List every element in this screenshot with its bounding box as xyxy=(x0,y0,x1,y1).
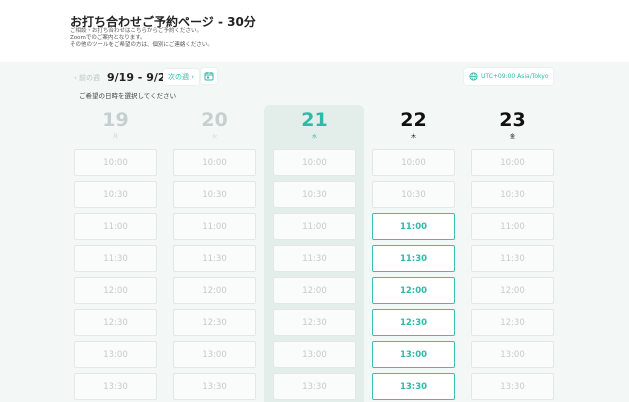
next-week-button[interactable]: 次の週 › xyxy=(163,69,200,85)
time-slot-available[interactable]: 13:00 xyxy=(372,341,455,368)
chevron-right-icon: › xyxy=(189,73,195,81)
calendar-icon xyxy=(204,72,214,81)
day-date: 21 xyxy=(301,109,328,131)
time-slot-available[interactable]: 12:00 xyxy=(372,277,455,304)
time-slot-unavailable: 10:00 xyxy=(471,149,554,176)
timezone-label: UTC+09:00 Asia/Tokyo xyxy=(481,73,549,80)
time-slot-unavailable: 10:00 xyxy=(74,149,157,176)
time-slot-unavailable: 11:30 xyxy=(173,245,256,272)
day-weekday: 火 xyxy=(211,134,217,140)
time-slot-unavailable: 10:00 xyxy=(173,149,256,176)
time-slot-unavailable: 10:30 xyxy=(372,181,455,208)
time-slot-unavailable: 13:30 xyxy=(173,373,256,400)
time-slot-unavailable: 11:30 xyxy=(471,245,554,272)
time-slot-unavailable: 10:30 xyxy=(471,181,554,208)
time-slot-unavailable: 11:00 xyxy=(173,213,256,240)
time-slot-unavailable: 10:00 xyxy=(273,149,356,176)
day-date: 22 xyxy=(400,109,427,131)
day-date: 23 xyxy=(499,109,526,131)
time-slot-unavailable: 12:00 xyxy=(273,277,356,304)
time-slot-unavailable: 10:30 xyxy=(273,181,356,208)
description-line: その他のツールをご希望の方は、個別にご連絡ください。 xyxy=(70,42,213,48)
time-slot-available[interactable]: 11:00 xyxy=(372,213,455,240)
page-header: お打ち合わせご予約ページ - 30分 ご相談・お打ち合わせはこちらからご予約くだ… xyxy=(0,0,629,62)
calendar-button[interactable] xyxy=(201,68,217,84)
time-slot-unavailable: 12:00 xyxy=(471,277,554,304)
day-weekday: 月 xyxy=(112,134,118,140)
prev-week-button[interactable]: ‹ 前の週 xyxy=(74,73,100,83)
day-weekday: 金 xyxy=(509,134,515,140)
timezone-button[interactable]: UTC+09:00 Asia/Tokyo xyxy=(464,68,553,85)
time-slot-unavailable: 11:00 xyxy=(74,213,157,240)
time-slot-unavailable: 12:00 xyxy=(173,277,256,304)
time-slot-unavailable: 10:30 xyxy=(173,181,256,208)
time-slot-unavailable: 13:30 xyxy=(74,373,157,400)
day-weekday: 木 xyxy=(410,134,416,140)
next-week-label: 次の週 xyxy=(168,73,189,81)
time-slot-unavailable: 11:30 xyxy=(74,245,157,272)
time-slot-unavailable: 11:30 xyxy=(273,245,356,272)
time-slot-unavailable: 12:00 xyxy=(74,277,157,304)
description-line: ご相談・お打ち合わせはこちらからご予約ください。 xyxy=(70,28,203,34)
day-date: 20 xyxy=(201,109,228,131)
time-slot-unavailable: 13:00 xyxy=(74,341,157,368)
globe-icon xyxy=(469,72,478,81)
time-slot-unavailable: 11:00 xyxy=(273,213,356,240)
time-slot-unavailable: 13:30 xyxy=(273,373,356,400)
time-slot-unavailable: 10:30 xyxy=(74,181,157,208)
time-slot-unavailable: 13:00 xyxy=(173,341,256,368)
time-slot-available[interactable]: 11:30 xyxy=(372,245,455,272)
time-slot-unavailable: 13:30 xyxy=(471,373,554,400)
time-slot-unavailable: 11:00 xyxy=(471,213,554,240)
time-slot-available[interactable]: 13:30 xyxy=(372,373,455,400)
time-slot-unavailable: 10:00 xyxy=(372,149,455,176)
day-date: 19 xyxy=(102,109,129,131)
day-weekday: 水 xyxy=(311,134,317,140)
time-slot-unavailable: 12:30 xyxy=(173,309,256,336)
time-slot-unavailable: 13:00 xyxy=(471,341,554,368)
description-line: Zoomでのご案内となります。 xyxy=(70,35,146,41)
time-slot-unavailable: 12:30 xyxy=(471,309,554,336)
prev-week-label: 前の週 xyxy=(79,74,101,82)
time-slot-unavailable: 12:30 xyxy=(273,309,356,336)
select-hint: ご希望の日時を選択してください xyxy=(79,92,177,100)
time-slot-available[interactable]: 12:30 xyxy=(372,309,455,336)
time-slot-unavailable: 12:30 xyxy=(74,309,157,336)
time-slot-unavailable: 13:00 xyxy=(273,341,356,368)
